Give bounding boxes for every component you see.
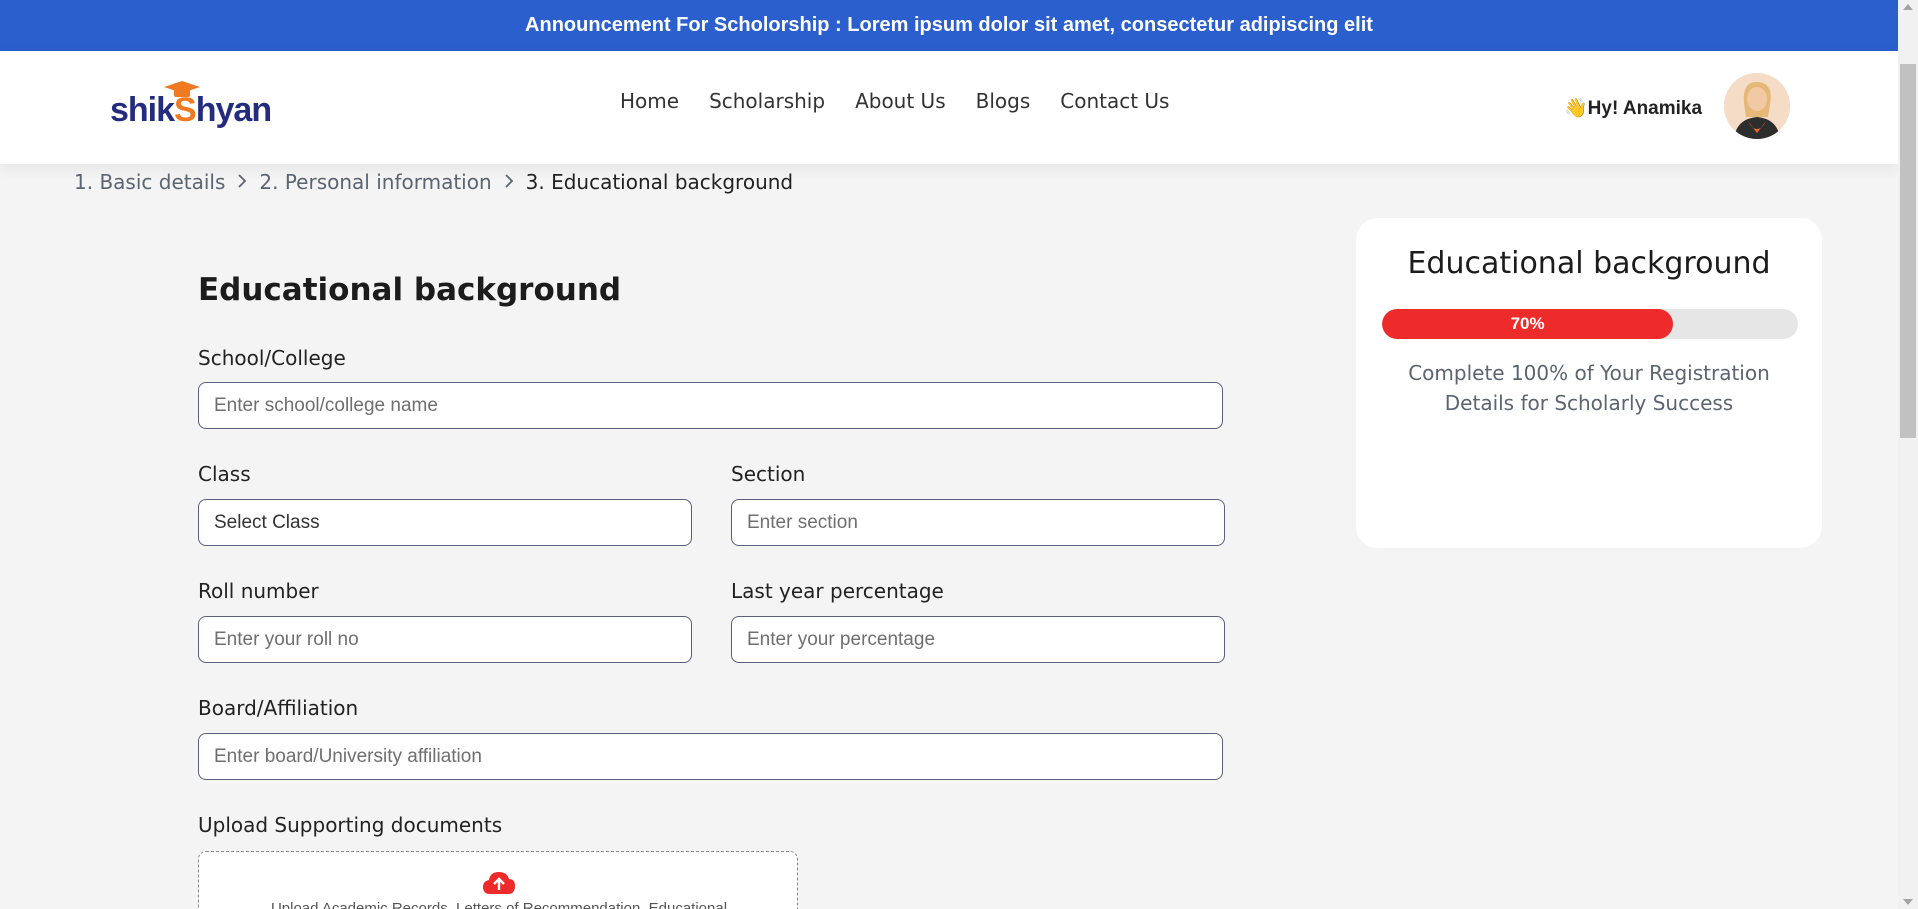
cloud-upload-icon bbox=[483, 872, 515, 894]
user-greeting: 👋Hy! Anamika bbox=[1564, 98, 1703, 119]
percentage-input[interactable] bbox=[731, 616, 1225, 663]
scroll-up-arrow-icon[interactable] bbox=[1903, 4, 1913, 10]
announcement-bar: Announcement For Scholorship : Lorem ips… bbox=[0, 0, 1898, 51]
upload-label: Upload Supporting documents bbox=[198, 813, 503, 837]
site-header: shikShyan Home Scholarship About Us Blog… bbox=[0, 51, 1898, 164]
breadcrumb-step-personal-information[interactable]: 2. Personal information bbox=[259, 170, 491, 194]
school-input[interactable] bbox=[198, 382, 1223, 429]
scroll-down-arrow-icon[interactable] bbox=[1903, 899, 1913, 905]
progress-card-description: Complete 100% of Your Registration Detai… bbox=[1408, 361, 1770, 415]
user-avatar-icon bbox=[1724, 73, 1790, 139]
page-scrollbar[interactable] bbox=[1898, 0, 1918, 909]
breadcrumb: 1. Basic details 2. Personal information… bbox=[74, 170, 793, 194]
nav-home[interactable]: Home bbox=[620, 89, 679, 113]
school-label: School/College bbox=[198, 346, 346, 370]
section-input[interactable] bbox=[731, 499, 1225, 546]
progress-card: Educational background 70% Complete 100%… bbox=[1356, 218, 1822, 548]
progress-bar-fill: 70% bbox=[1382, 309, 1674, 339]
board-label: Board/Affiliation bbox=[198, 696, 359, 720]
progress-bar: 70% bbox=[1382, 309, 1798, 339]
breadcrumb-step-basic-details[interactable]: 1. Basic details bbox=[74, 170, 225, 194]
graduation-cap-icon bbox=[164, 81, 200, 97]
nav-scholarship[interactable]: Scholarship bbox=[709, 89, 825, 113]
nav-about-us[interactable]: About Us bbox=[855, 89, 946, 113]
nav-contact-us[interactable]: Contact Us bbox=[1060, 89, 1169, 113]
form-title: Educational background bbox=[198, 272, 622, 308]
logo[interactable]: shikShyan bbox=[110, 81, 272, 137]
nav-blogs[interactable]: Blogs bbox=[976, 89, 1031, 113]
roll-number-input[interactable] bbox=[198, 616, 692, 663]
percentage-label: Last year percentage bbox=[731, 579, 944, 603]
upload-instructions: Upload Academic Records, Letters of Reco… bbox=[270, 900, 728, 909]
progress-percent-label: 70% bbox=[1510, 314, 1545, 333]
chevron-right-icon bbox=[504, 170, 514, 194]
avatar[interactable] bbox=[1724, 73, 1790, 139]
class-select-value: Select Class bbox=[214, 511, 320, 533]
scrollbar-thumb[interactable] bbox=[1900, 64, 1916, 438]
class-select[interactable]: Select Class bbox=[198, 499, 692, 546]
roll-number-label: Roll number bbox=[198, 579, 319, 603]
board-input[interactable] bbox=[198, 733, 1223, 780]
progress-card-title: Educational background bbox=[1407, 246, 1771, 281]
announcement-text: Announcement For Scholorship : Lorem ips… bbox=[525, 14, 1373, 36]
section-label: Section bbox=[731, 462, 806, 486]
upload-dropzone[interactable]: Upload Academic Records, Letters of Reco… bbox=[198, 851, 798, 909]
class-label: Class bbox=[198, 462, 251, 486]
breadcrumb-step-educational-background: 3. Educational background bbox=[525, 170, 794, 194]
main-nav: Home Scholarship About Us Blogs Contact … bbox=[620, 89, 1199, 113]
chevron-right-icon bbox=[237, 170, 247, 194]
